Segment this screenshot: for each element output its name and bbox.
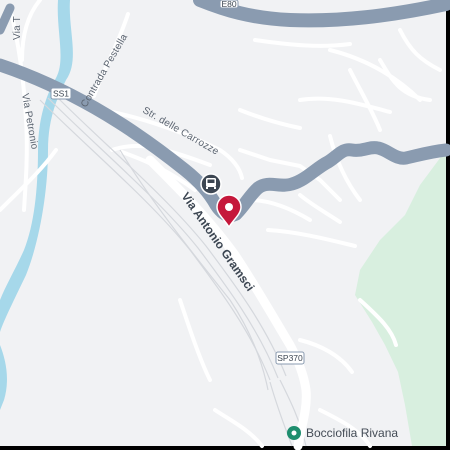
map-canvas[interactable]: SS1 E80 SP370 Via T Via Petronio Contrad…: [0, 0, 450, 450]
map-view[interactable]: SS1 E80 SP370 Via T Via Petronio Contrad…: [0, 0, 450, 450]
sp370-shield: SP370: [275, 351, 305, 365]
svg-text:SS1: SS1: [53, 89, 69, 99]
bus-stop-icon[interactable]: [200, 173, 222, 195]
svg-text:SP370: SP370: [277, 353, 303, 363]
ss1-shield: SS1: [50, 87, 72, 100]
top-road-shield: E80: [219, 0, 239, 9]
poi-label[interactable]: Bocciofila Rivana: [306, 426, 398, 440]
svg-text:E80: E80: [221, 0, 236, 9]
park-marker-icon[interactable]: [287, 426, 301, 440]
via-t-label: Via T: [12, 16, 23, 40]
